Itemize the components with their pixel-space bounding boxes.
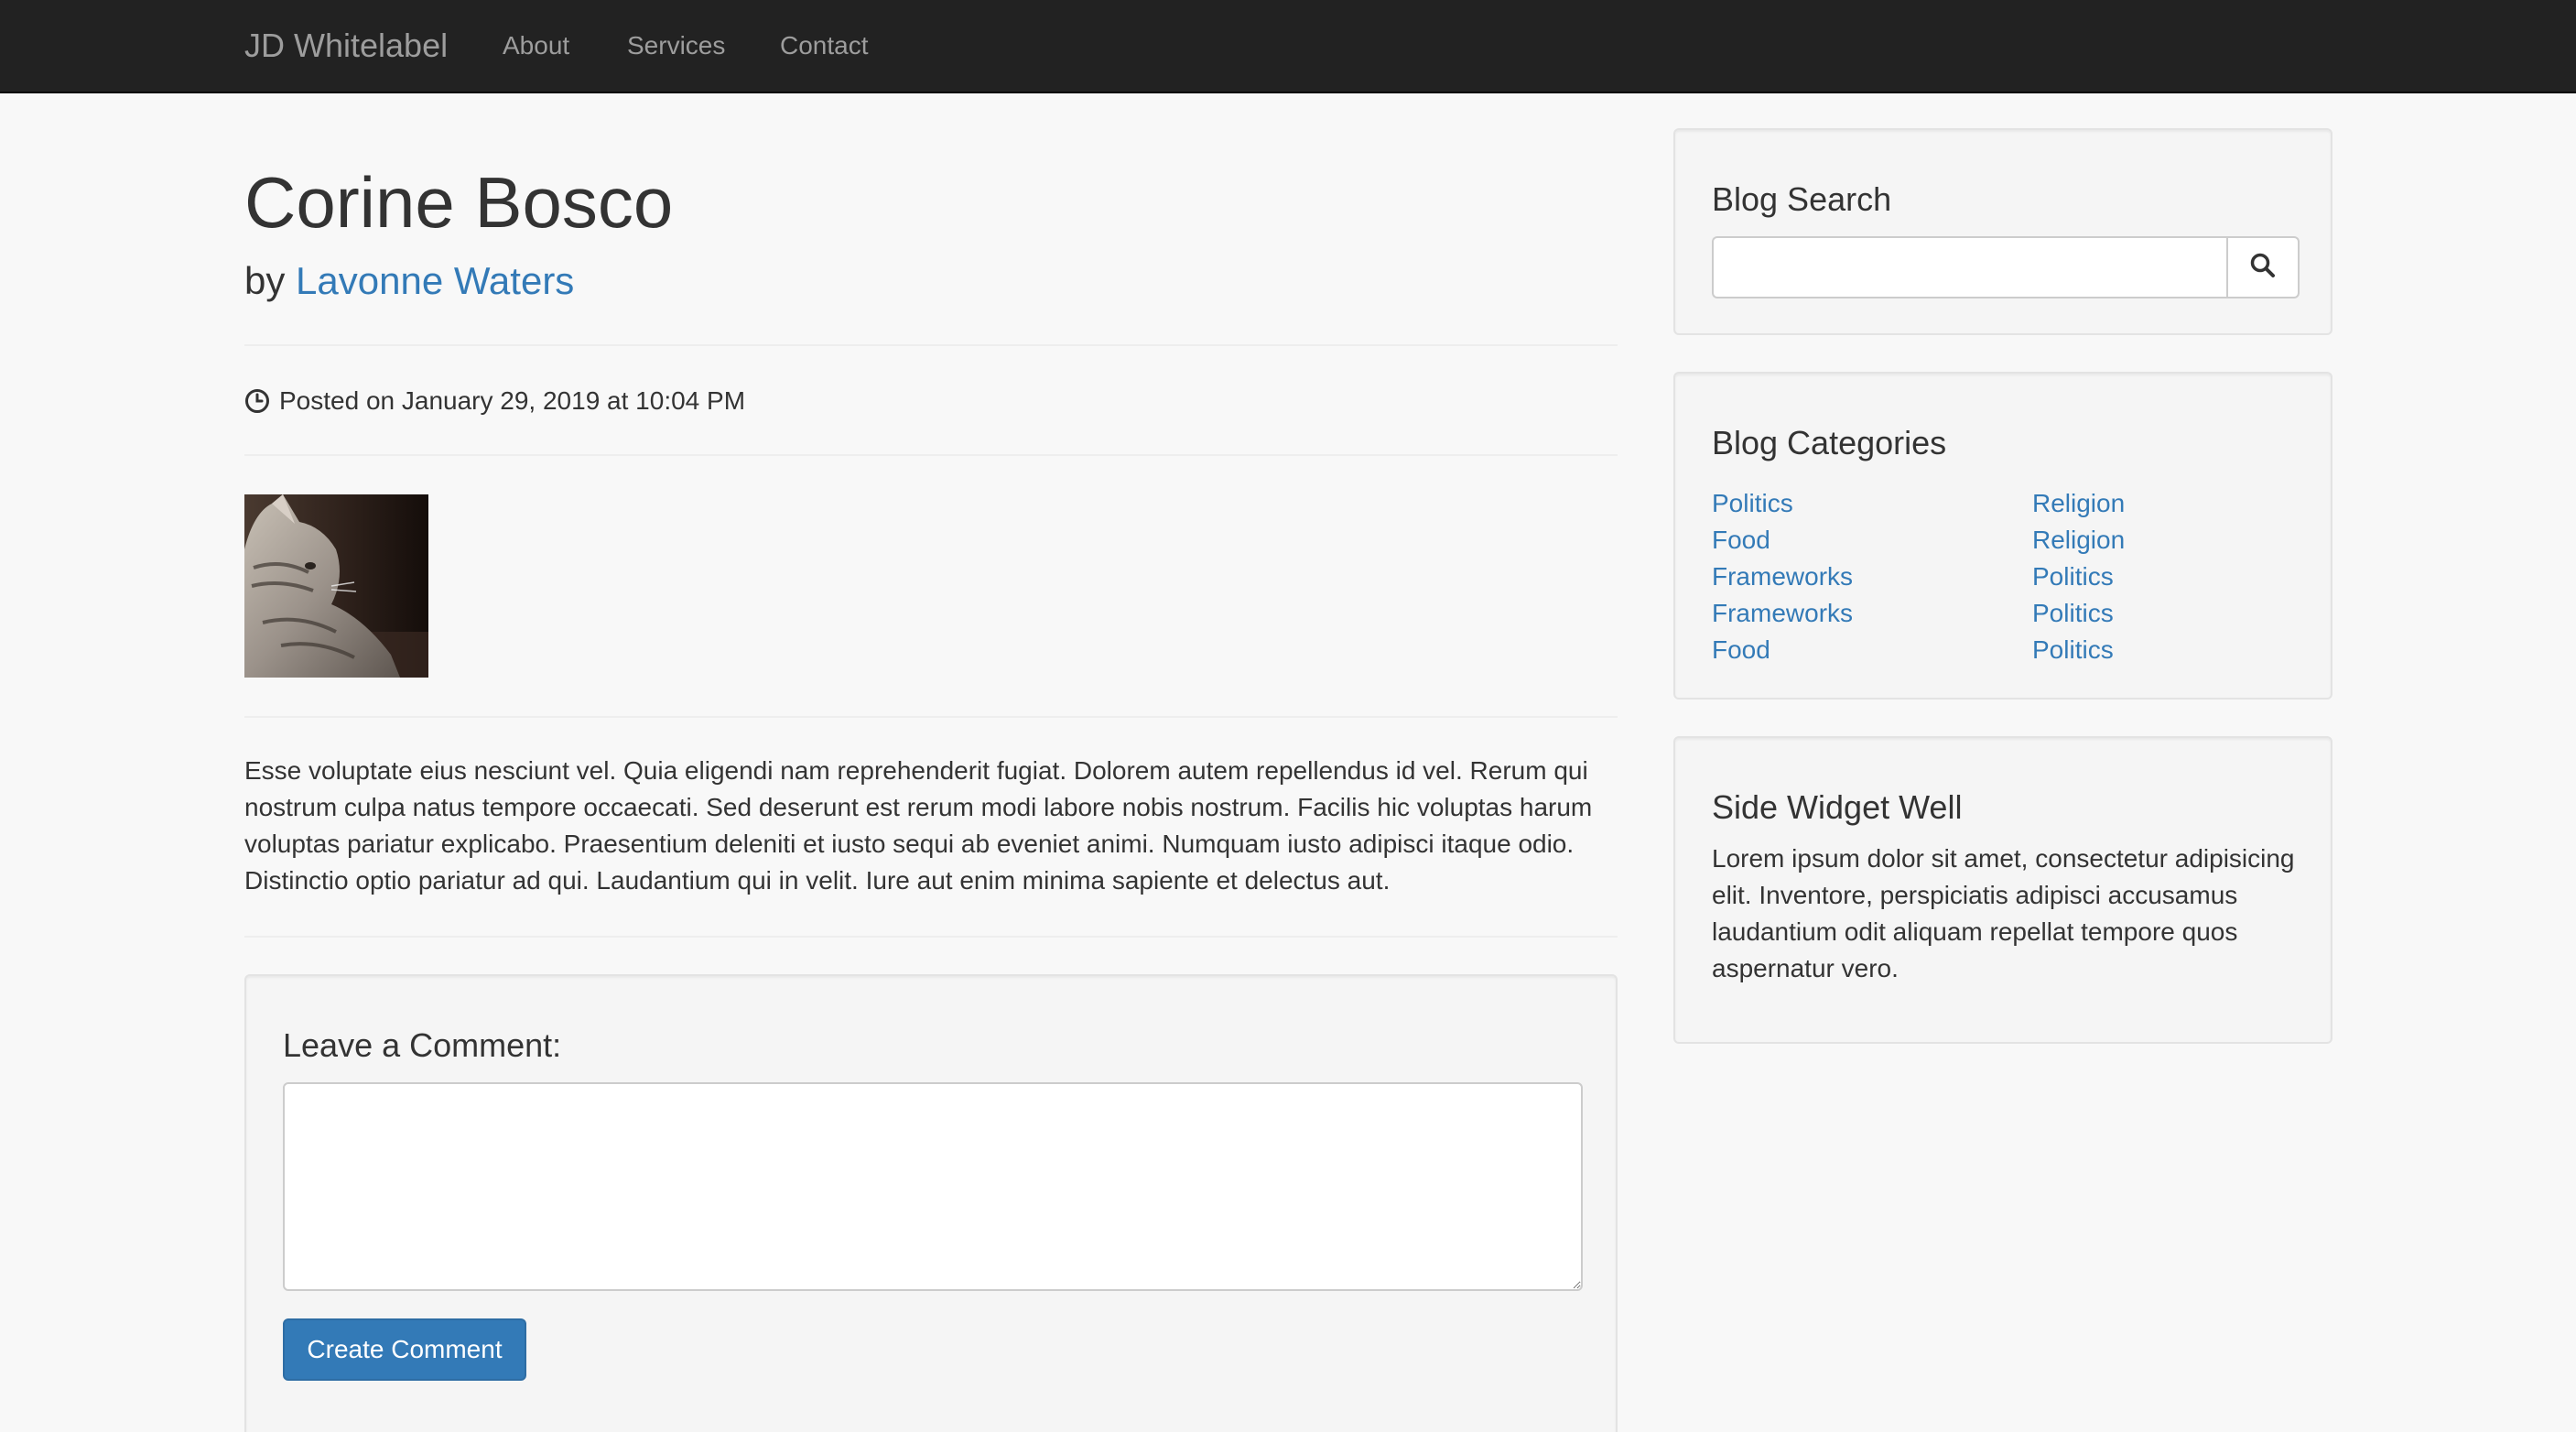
comment-heading: Leave a Comment: [283, 1026, 562, 1064]
category-link[interactable]: Politics [2032, 562, 2114, 591]
category-link[interactable]: Religion [2032, 526, 2125, 554]
category-link[interactable]: Frameworks [1712, 562, 1853, 591]
list-item: Frameworks [1712, 595, 1853, 632]
byline-prefix: by [244, 259, 286, 302]
clock-icon [244, 388, 270, 414]
list-item: Politics [2032, 559, 2125, 595]
list-item: Religion [2032, 485, 2125, 522]
category-link[interactable]: Politics [2032, 599, 2114, 627]
post-byline: by Lavonne Waters [244, 256, 574, 306]
comment-textarea[interactable] [283, 1082, 1583, 1291]
list-item: Politics [2032, 632, 2125, 668]
category-list-left: Politics Food Frameworks Frameworks Food [1712, 485, 1853, 668]
category-list-right: Religion Religion Politics Politics Poli… [2032, 485, 2125, 668]
posted-text: Posted on January 29, 2019 at 10:04 PM [279, 386, 746, 415]
category-link[interactable]: Politics [1712, 489, 1793, 517]
list-item: Food [1712, 632, 1853, 668]
category-link[interactable]: Religion [2032, 489, 2125, 517]
search-button[interactable] [2226, 236, 2300, 298]
category-link[interactable]: Food [1712, 526, 1770, 554]
divider [244, 344, 1618, 346]
post-image [244, 494, 428, 678]
category-link[interactable]: Frameworks [1712, 599, 1853, 627]
top-navbar: JD Whitelabel About Services Contact [0, 0, 2576, 93]
category-link[interactable]: Food [1712, 635, 1770, 664]
blog-categories-title: Blog Categories [1712, 424, 1947, 461]
divider [244, 936, 1618, 938]
category-link[interactable]: Politics [2032, 635, 2114, 664]
list-item: Politics [2032, 595, 2125, 632]
brand-link[interactable]: JD Whitelabel [244, 26, 448, 66]
side-widget-text: Lorem ipsum dolor sit amet, consectetur … [1712, 844, 2295, 982]
side-widget-title: Side Widget Well [1712, 788, 1963, 826]
post-date: Posted on January 29, 2019 at 10:04 PM [244, 385, 745, 418]
blog-search-well: Blog Search [1673, 128, 2332, 335]
list-item: Religion [2032, 522, 2125, 559]
list-item: Politics [1712, 485, 1853, 522]
side-widget-well: Side Widget Well Lorem ipsum dolor sit a… [1673, 736, 2332, 1044]
divider [244, 454, 1618, 456]
blog-categories-well: Blog Categories Politics Food Frameworks… [1673, 372, 2332, 700]
post-title: Corine Bosco [244, 162, 674, 243]
blog-search-title: Blog Search [1712, 180, 1892, 218]
post-body: Esse voluptate eius nesciunt vel. Quia e… [244, 756, 1593, 895]
author-link[interactable]: Lavonne Waters [296, 259, 574, 302]
nav-link-about[interactable]: About [503, 29, 569, 62]
nav-link-services[interactable]: Services [627, 29, 725, 62]
divider [244, 716, 1618, 718]
search-icon [2249, 252, 2277, 284]
list-item: Food [1712, 522, 1853, 559]
comment-form: Leave a Comment: Create Comment [244, 974, 1618, 1432]
list-item: Frameworks [1712, 559, 1853, 595]
nav-link-contact[interactable]: Contact [780, 29, 869, 62]
create-comment-button[interactable]: Create Comment [283, 1318, 526, 1381]
search-input[interactable] [1712, 236, 2226, 298]
